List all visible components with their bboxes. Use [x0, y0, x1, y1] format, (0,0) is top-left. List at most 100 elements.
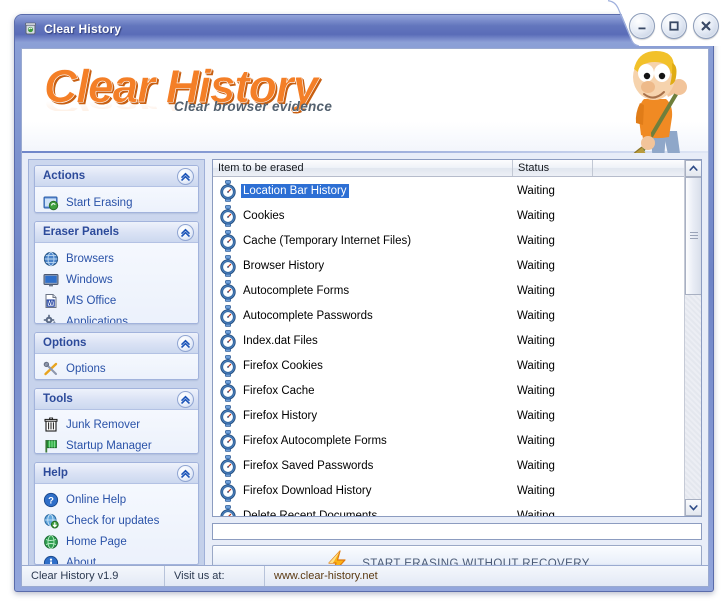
- mascot-illustration: [606, 49, 702, 153]
- listview-vertical-scrollbar[interactable]: [684, 160, 701, 516]
- row-item-label: Firefox Download History: [243, 484, 372, 497]
- trash-bin-icon: [23, 21, 38, 36]
- table-row[interactable]: Browser History Waiting: [213, 253, 684, 278]
- row-status-label: Waiting: [517, 284, 555, 297]
- chevron-double-up-icon[interactable]: [177, 334, 194, 352]
- row-item-label: Firefox Cookies: [243, 359, 323, 372]
- table-row[interactable]: Firefox Cache Waiting: [213, 378, 684, 403]
- scrollbar-track[interactable]: [685, 177, 701, 499]
- cell-item: Firefox Saved Passwords: [213, 454, 513, 477]
- row-item-label: Index.dat Files: [243, 334, 318, 347]
- monitor-icon: [43, 272, 59, 288]
- scroll-down-arrow-icon[interactable]: [685, 499, 701, 516]
- row-status-label: Waiting: [517, 184, 555, 197]
- stopwatch-icon: [219, 404, 237, 427]
- panel-actions-body: Start Erasing: [35, 187, 198, 213]
- title-bar: Clear History: [15, 15, 713, 42]
- row-item-label: Autocomplete Forms: [243, 284, 350, 297]
- chevron-double-up-icon[interactable]: [177, 390, 194, 408]
- panel-eraser-panels: Eraser Panels Browsers Windows W MS Offi…: [34, 221, 199, 324]
- application-window: Clear History Clear History Clear Histor…: [14, 14, 714, 592]
- sidebar-item-home-page[interactable]: Home Page: [43, 531, 196, 552]
- maximize-button[interactable]: [661, 13, 687, 39]
- table-row[interactable]: Cookies Waiting: [213, 203, 684, 228]
- sidebar-item-options[interactable]: Options: [43, 359, 196, 379]
- sidebar-item-online-help[interactable]: ? Online Help: [43, 489, 196, 510]
- sidebar-item-label: Options: [66, 363, 106, 376]
- table-row[interactable]: Cache (Temporary Internet Files) Waiting: [213, 228, 684, 253]
- table-row[interactable]: Index.dat Files Waiting: [213, 328, 684, 353]
- table-row[interactable]: Firefox Download History Waiting: [213, 478, 684, 503]
- status-version: Clear History v1.9: [22, 566, 165, 586]
- cell-item: Firefox Download History: [213, 479, 513, 502]
- close-button[interactable]: [693, 13, 719, 39]
- question-mark-icon: ?: [43, 492, 59, 508]
- scrollbar-grip: [690, 232, 698, 240]
- window-title: Clear History: [44, 21, 122, 36]
- panel-title: Eraser Panels: [43, 226, 120, 239]
- chevron-double-up-icon[interactable]: [177, 465, 194, 483]
- table-row[interactable]: Delete Recent Documents Waiting: [213, 503, 684, 516]
- panel-tools: Tools Junk Remover Startup Manager: [34, 387, 199, 455]
- column-header-item[interactable]: Item to be erased: [213, 160, 513, 176]
- panel-help: Help ? Online Help Check for updates Hom…: [34, 462, 199, 565]
- logo: Clear History Clear History: [44, 61, 444, 133]
- row-status-label: Waiting: [517, 259, 555, 272]
- globe-refresh-icon: [43, 513, 59, 529]
- tools-cross-icon: [43, 361, 59, 377]
- panel-title: Options: [43, 336, 87, 349]
- table-row[interactable]: Location Bar History Waiting: [213, 178, 684, 203]
- listview-rows: Location Bar History Waiting Cookies Waiti…: [213, 178, 684, 516]
- progress-bar: [212, 523, 702, 540]
- row-item-label: Browser History: [243, 259, 325, 272]
- row-status-label: Waiting: [517, 434, 555, 447]
- panel-help-body: ? Online Help Check for updates Home Pag…: [35, 484, 198, 564]
- table-row[interactable]: Autocomplete Forms Waiting: [213, 278, 684, 303]
- panel-actions: Actions Start Erasing: [34, 165, 199, 214]
- sidebar-item-browsers[interactable]: Browsers: [43, 248, 196, 269]
- table-row[interactable]: Autocomplete Passwords Waiting: [213, 303, 684, 328]
- sidebar-item-junk-remover[interactable]: Junk Remover: [43, 415, 196, 436]
- sidebar-item-check-for-updates[interactable]: Check for updates: [43, 510, 196, 531]
- cell-item: Location Bar History: [213, 179, 513, 202]
- column-header-status[interactable]: Status: [513, 160, 593, 176]
- minimize-button[interactable]: [629, 13, 655, 39]
- row-item-label: Firefox Autocomplete Forms: [243, 434, 387, 447]
- row-item-label: Location Bar History: [241, 183, 349, 198]
- row-status-label: Waiting: [517, 409, 555, 422]
- logo-tagline: Clear browser evidence: [174, 99, 333, 114]
- scroll-up-arrow-icon[interactable]: [685, 160, 701, 177]
- sidebar-item-start-erasing[interactable]: Start Erasing: [43, 192, 196, 212]
- sidebar-item-label: Startup Manager: [66, 440, 152, 453]
- word-document-icon: W: [43, 293, 59, 309]
- table-row[interactable]: Firefox Saved Passwords Waiting: [213, 453, 684, 478]
- row-status-label: Waiting: [517, 209, 555, 222]
- stopwatch-icon: [219, 354, 237, 377]
- table-row[interactable]: Firefox History Waiting: [213, 403, 684, 428]
- sidebar-item-label: Check for updates: [66, 514, 160, 527]
- row-item-label: Firefox Cache: [243, 384, 315, 397]
- cell-item: Autocomplete Passwords: [213, 304, 513, 327]
- chevron-double-up-icon[interactable]: [177, 224, 194, 242]
- stopwatch-icon: [219, 504, 237, 516]
- status-url[interactable]: www.clear-history.net: [265, 566, 708, 586]
- scrollbar-thumb[interactable]: [685, 177, 701, 295]
- sidebar-item-applications[interactable]: Applications: [43, 311, 196, 323]
- sidebar-item-ms-office[interactable]: W MS Office: [43, 290, 196, 311]
- erase-items-listview[interactable]: Item to be erased Status Location Bar Hi…: [212, 159, 702, 517]
- panel-eraser-panels-header: Eraser Panels: [35, 222, 198, 244]
- sidebar-item-windows[interactable]: Windows: [43, 269, 196, 290]
- green-globe-icon: [43, 534, 59, 550]
- stopwatch-icon: [219, 379, 237, 402]
- row-status-label: Waiting: [517, 509, 555, 517]
- sidebar-item-startup-manager[interactable]: Startup Manager: [43, 436, 196, 453]
- table-row[interactable]: Firefox Cookies Waiting: [213, 353, 684, 378]
- chevron-double-up-icon[interactable]: [177, 168, 194, 185]
- stopwatch-icon: [219, 429, 237, 452]
- stopwatch-icon: [219, 204, 237, 227]
- status-bar: Clear History v1.9 Visit us at: www.clea…: [22, 565, 708, 586]
- gears-icon: [43, 314, 59, 323]
- table-row[interactable]: Firefox Autocomplete Forms Waiting: [213, 428, 684, 453]
- sidebar-item-about[interactable]: About: [43, 552, 196, 564]
- cell-item: Autocomplete Forms: [213, 279, 513, 302]
